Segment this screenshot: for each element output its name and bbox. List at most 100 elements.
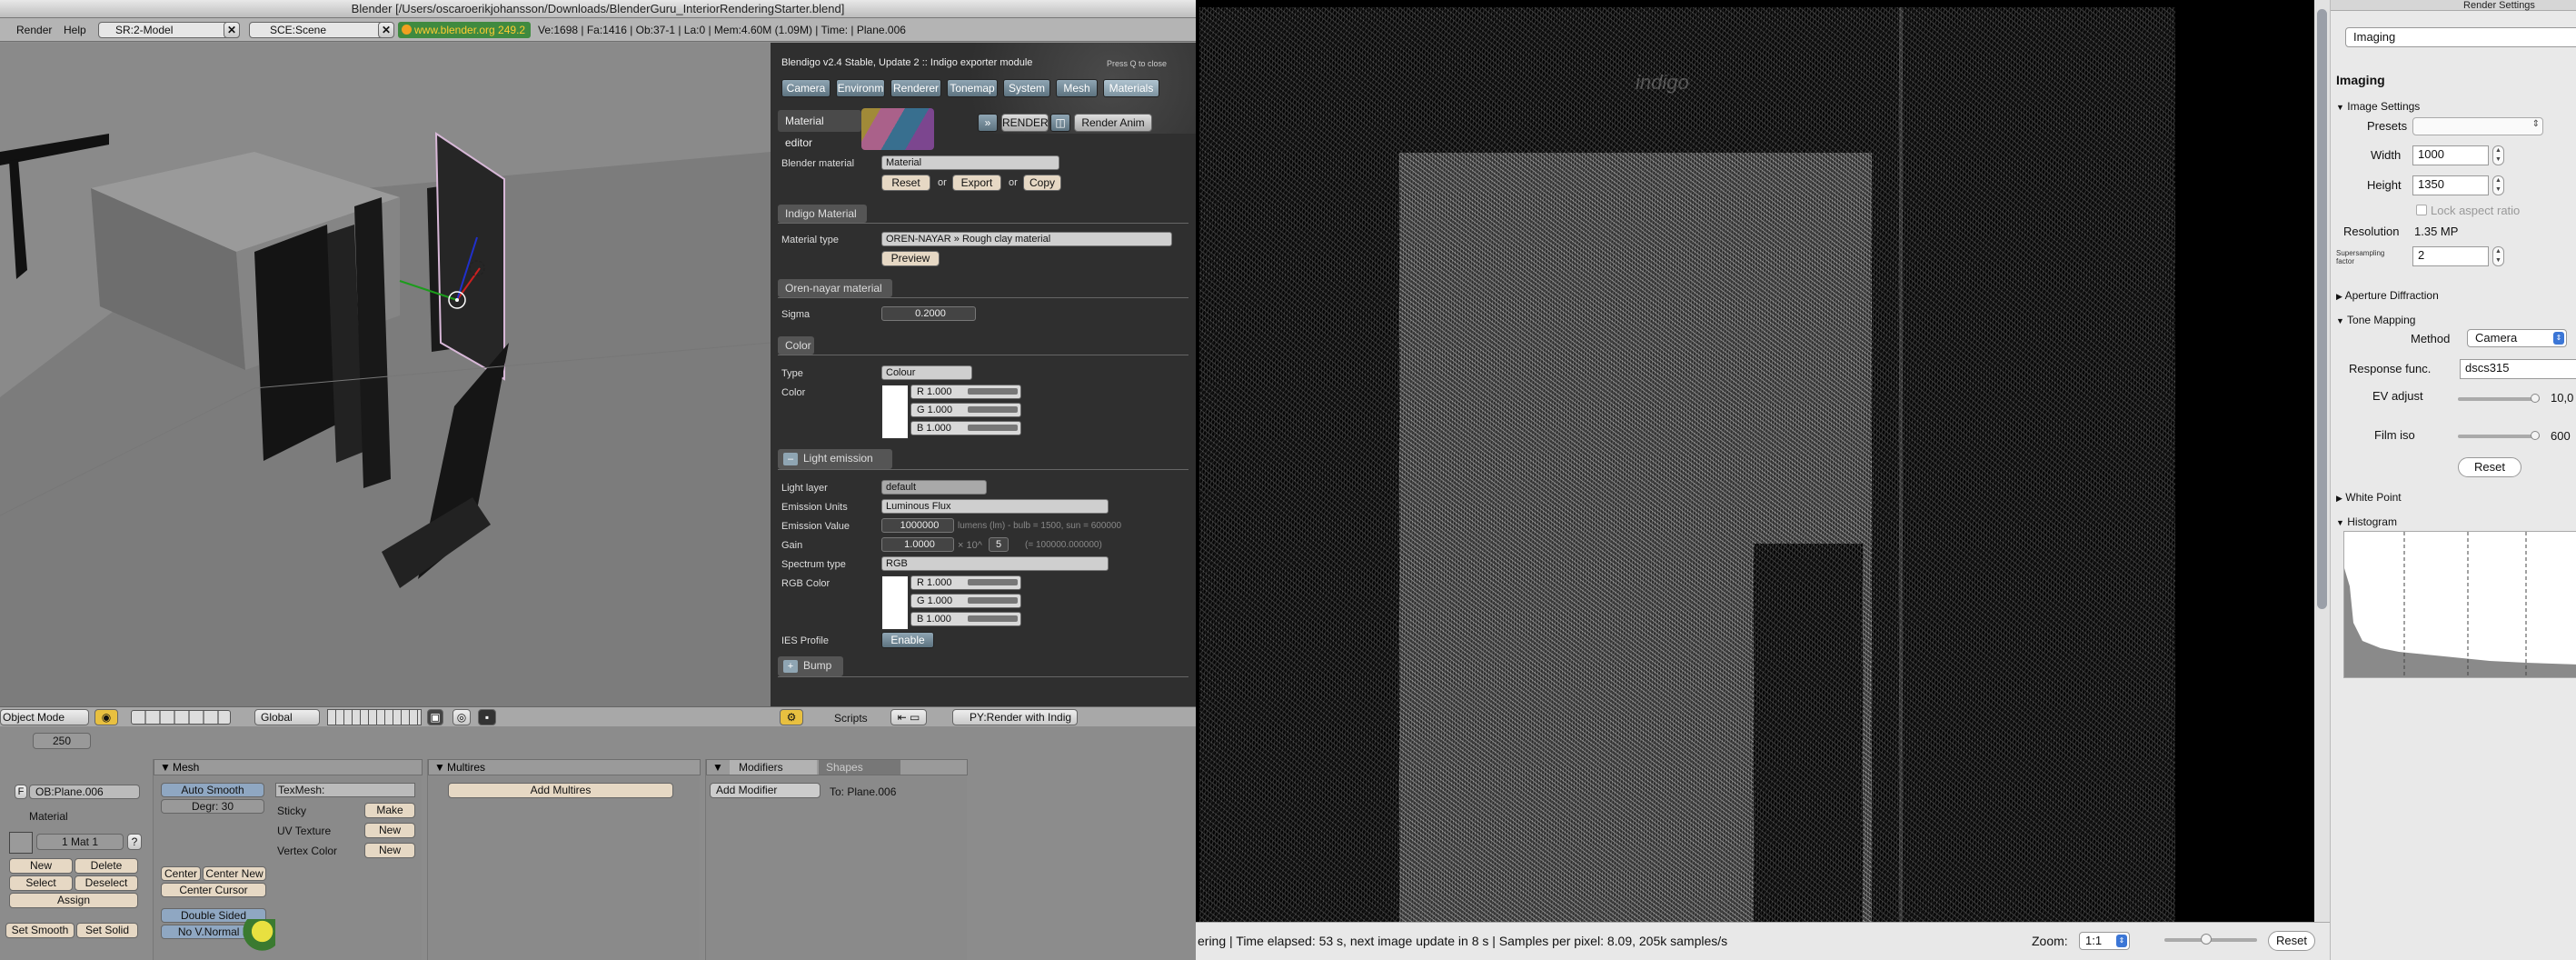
- mat-select-button[interactable]: Select: [9, 875, 73, 891]
- set-solid-button[interactable]: Set Solid: [76, 923, 138, 938]
- method-select[interactable]: Camera ⇕: [2467, 329, 2567, 347]
- spectrum-select[interactable]: RGB: [881, 556, 1109, 571]
- screen-selector[interactable]: SR:2-Model: [98, 22, 240, 38]
- mat-new-button[interactable]: New: [9, 858, 73, 874]
- tab-mesh[interactable]: Mesh: [1056, 79, 1098, 97]
- gain-field[interactable]: 1.0000: [881, 537, 954, 552]
- auto-smooth-button[interactable]: Auto Smooth: [161, 783, 264, 797]
- 3d-viewport[interactable]: [0, 43, 771, 706]
- oren-nayar-section[interactable]: Oren-nayar material: [778, 279, 892, 297]
- uv-new-button[interactable]: New: [364, 823, 415, 838]
- aperture-disclosure[interactable]: ▶ Aperture Diffraction: [2336, 289, 2439, 302]
- screen-close-icon[interactable]: ✕: [224, 22, 240, 38]
- collapse-toggle-icon[interactable]: –: [783, 453, 798, 465]
- scene-selector[interactable]: SCE:Scene: [249, 22, 385, 38]
- color-swatch[interactable]: [881, 385, 909, 439]
- website-link[interactable]: www.blender.org 249.2: [398, 22, 531, 38]
- mat-counter[interactable]: 1 Mat 1: [36, 834, 124, 850]
- lock-icon[interactable]: ▣: [427, 709, 443, 725]
- render-icon-button[interactable]: »: [978, 114, 998, 132]
- zoom-slider-thumb[interactable]: [2201, 934, 2212, 945]
- light-emission-section[interactable]: – Light emission: [778, 449, 892, 469]
- sigma-field[interactable]: 0.2000: [881, 306, 976, 321]
- draw-type-icon[interactable]: ◉: [94, 709, 118, 725]
- script-selector[interactable]: PY:Render with Indig: [952, 709, 1078, 725]
- object-name-field[interactable]: OB:Plane.006: [29, 785, 140, 799]
- set-smooth-button[interactable]: Set Smooth: [5, 923, 75, 938]
- tab-camera[interactable]: Camera: [781, 79, 830, 97]
- presets-select[interactable]: ⇕: [2412, 117, 2543, 135]
- shading-icons[interactable]: [131, 710, 231, 725]
- width-stepper[interactable]: ▲ ▼: [2492, 145, 2504, 165]
- center-cursor-button[interactable]: Center Cursor: [161, 883, 266, 897]
- indigo-material-section[interactable]: Indigo Material: [778, 205, 867, 223]
- histogram-disclosure[interactable]: ▼ Histogram: [2336, 515, 2397, 528]
- gain-exp-field[interactable]: 5: [989, 537, 1009, 552]
- render-camera-icon[interactable]: ◎: [453, 709, 471, 725]
- frame-field[interactable]: 250: [33, 733, 91, 749]
- tab-modifiers[interactable]: Modifiers: [730, 760, 817, 775]
- scrollbar-thumb[interactable]: [2317, 9, 2327, 609]
- script-nav-icons[interactable]: ⇤ ▭: [890, 709, 927, 725]
- scene-close-icon[interactable]: ✕: [378, 22, 394, 38]
- tab-environment[interactable]: Environm: [836, 79, 885, 97]
- color-r-slider[interactable]: R 1.000: [910, 385, 1021, 399]
- menu-help[interactable]: Help: [64, 24, 86, 36]
- ev-adjust-slider[interactable]: [2458, 394, 2540, 403]
- scripts-menu[interactable]: Scripts: [834, 712, 868, 725]
- tone-mapping-disclosure[interactable]: ▼ Tone Mapping: [2336, 314, 2415, 326]
- material-copy-button[interactable]: Copy: [1023, 175, 1061, 191]
- orientation-selector[interactable]: Global: [254, 709, 320, 725]
- tab-materials[interactable]: Materials: [1103, 79, 1159, 97]
- lock-aspect-checkbox[interactable]: [2416, 205, 2427, 215]
- mesh-panel-header[interactable]: ▼ Mesh: [154, 759, 423, 775]
- mat-deselect-button[interactable]: Deselect: [75, 875, 138, 891]
- add-modifier-button[interactable]: Add Modifier: [710, 783, 821, 798]
- response-func-field[interactable]: dscs315: [2460, 359, 2576, 379]
- rgb-g-slider[interactable]: G 1.000: [910, 594, 1021, 608]
- render-anim-button[interactable]: Render Anim: [1074, 114, 1152, 132]
- layer-buttons[interactable]: [327, 709, 422, 725]
- degr-field[interactable]: Degr: 30: [161, 799, 264, 814]
- ev-slider-thumb[interactable]: [2531, 394, 2540, 403]
- zoom-select[interactable]: 1:1 ⇕: [2079, 932, 2130, 950]
- center-button[interactable]: Center: [161, 866, 201, 881]
- supersampling-stepper[interactable]: ▲ ▼: [2492, 246, 2504, 266]
- multires-panel-header[interactable]: ▼ Multires: [428, 759, 701, 775]
- f-button[interactable]: F: [15, 785, 27, 799]
- tab-tonemap[interactable]: Tonemap: [947, 79, 998, 97]
- mat-help-button[interactable]: ?: [127, 834, 142, 850]
- panel-collapse-icon[interactable]: ▼: [712, 760, 723, 775]
- tone-reset-button[interactable]: Reset: [2458, 457, 2521, 477]
- panel-collapse-icon[interactable]: ▼: [434, 760, 445, 775]
- vc-new-button[interactable]: New: [364, 843, 415, 858]
- texmesh-field[interactable]: TexMesh:: [275, 783, 415, 797]
- mode-selector[interactable]: Object Mode: [0, 709, 89, 725]
- category-dropdown[interactable]: Imaging: [2345, 27, 2576, 47]
- image-settings-disclosure[interactable]: ▼ Image Settings: [2336, 100, 2420, 113]
- tab-system[interactable]: System: [1003, 79, 1050, 97]
- tab-shapes[interactable]: Shapes: [819, 760, 900, 775]
- center-new-button[interactable]: Center New: [203, 866, 266, 881]
- color-b-slider[interactable]: B 1.000: [910, 421, 1021, 435]
- rgb-color-swatch[interactable]: [881, 575, 909, 630]
- mat-assign-button[interactable]: Assign: [9, 893, 138, 908]
- film-iso-slider[interactable]: [2458, 431, 2540, 440]
- rgb-b-slider[interactable]: B 1.000: [910, 612, 1021, 626]
- white-point-disclosure[interactable]: ▶ White Point: [2336, 491, 2402, 504]
- supersampling-field[interactable]: 2: [2412, 246, 2489, 266]
- color-g-slider[interactable]: G 1.000: [910, 403, 1021, 417]
- render-settings-icon[interactable]: ◫: [1050, 114, 1070, 132]
- zoom-slider[interactable]: [2164, 934, 2257, 945]
- expand-toggle-icon[interactable]: +: [783, 660, 798, 673]
- add-multires-button[interactable]: Add Multires: [448, 783, 673, 798]
- light-layer-field[interactable]: default: [881, 480, 987, 495]
- height-stepper[interactable]: ▲ ▼: [2492, 175, 2504, 195]
- material-preview-button[interactable]: Preview: [881, 251, 940, 266]
- film-slider-thumb[interactable]: [2531, 431, 2540, 440]
- menu-render[interactable]: Render: [16, 24, 52, 36]
- zoom-reset-button[interactable]: Reset: [2268, 931, 2315, 951]
- bump-section[interactable]: + Bump: [778, 656, 843, 676]
- color-section[interactable]: Color: [778, 336, 814, 355]
- material-reset-button[interactable]: Reset: [881, 175, 930, 191]
